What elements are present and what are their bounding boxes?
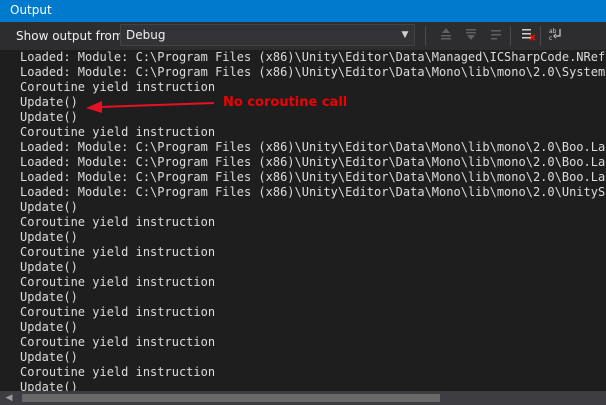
output-line: Coroutine yield instruction	[20, 215, 216, 229]
output-line: Update()	[20, 320, 78, 334]
chevron-down-icon: ▼	[401, 30, 409, 40]
output-toolbar: Show output from: Debug ▼ ab c	[0, 22, 606, 50]
output-line: Loaded: Module: C:\Program Files (x86)\U…	[20, 65, 606, 79]
scrollbar-thumb[interactable]	[22, 394, 440, 402]
output-line: Coroutine yield instruction	[20, 365, 216, 379]
output-line: Loaded: Module: C:\Program Files (x86)\U…	[20, 185, 606, 199]
go-to-next-message-icon-2[interactable]	[486, 26, 506, 46]
output-line: Update()	[20, 380, 78, 391]
output-line: Coroutine yield instruction	[20, 125, 216, 139]
output-source-value: Debug	[126, 28, 166, 42]
output-line: Update()	[20, 260, 78, 274]
toggle-word-wrap-icon[interactable]: ab c	[546, 26, 566, 46]
output-line: Coroutine yield instruction	[20, 305, 216, 319]
output-line: Loaded: Module: C:\Program Files (x86)\U…	[20, 155, 606, 169]
output-line: Coroutine yield instruction	[20, 275, 216, 289]
svg-text:c: c	[549, 35, 552, 42]
output-source-dropdown[interactable]: Debug ▼	[120, 24, 415, 46]
output-line: Update()	[20, 290, 78, 304]
output-line: Update()	[20, 110, 78, 124]
output-line: Coroutine yield instruction	[20, 335, 216, 349]
go-to-previous-message-icon[interactable]	[436, 26, 456, 46]
output-line: Update()	[20, 350, 78, 364]
show-output-from-label: Show output from:	[16, 29, 128, 43]
output-line: Coroutine yield instruction	[20, 245, 216, 259]
toolbar-separator	[510, 26, 511, 46]
clear-all-icon[interactable]	[518, 26, 538, 46]
panel-title: Output	[10, 3, 52, 17]
go-to-next-message-icon[interactable]	[461, 26, 481, 46]
output-line: Coroutine yield instruction	[20, 80, 216, 94]
output-line: Loaded: Module: C:\Program Files (x86)\U…	[20, 170, 606, 184]
horizontal-scrollbar[interactable]: ◀	[0, 391, 606, 405]
output-line: Update()	[20, 200, 78, 214]
toolbar-separator	[540, 26, 541, 46]
scroll-left-icon[interactable]: ◀	[2, 391, 16, 405]
output-line: Loaded: Module: C:\Program Files (x86)\U…	[20, 50, 606, 64]
output-line: Update()	[20, 230, 78, 244]
output-panel-header: Output	[0, 0, 606, 22]
output-line: Loaded: Module: C:\Program Files (x86)\U…	[20, 140, 606, 154]
toolbar-separator	[425, 26, 426, 46]
annotation-label: No coroutine call	[223, 95, 348, 110]
